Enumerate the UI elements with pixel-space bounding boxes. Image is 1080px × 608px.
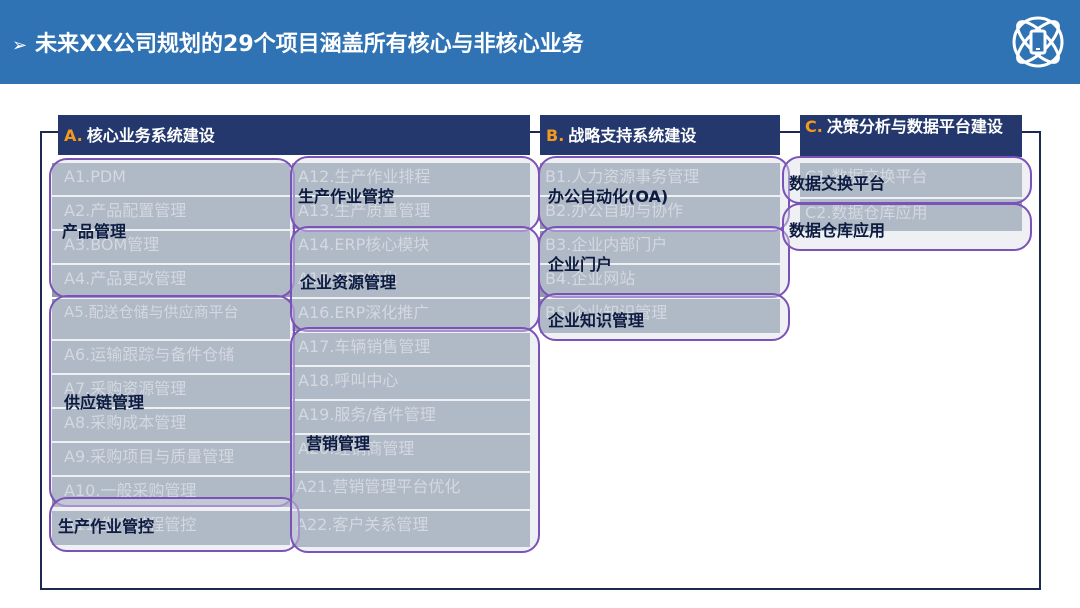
group-label-supply: 供应链管理 (64, 393, 145, 412)
section-letter-b: B. (546, 126, 565, 145)
atom-device-icon (1012, 16, 1064, 68)
group-label-erp: 企业资源管理 (300, 273, 397, 292)
group-label-marketing: 营销管理 (306, 434, 371, 453)
group-label-production-top: 生产作业管控 (298, 187, 395, 206)
section-letter-a: A. (64, 126, 83, 145)
group-label-portal: 企业门户 (548, 255, 613, 274)
arrow-bullet-icon: ➢ (12, 35, 28, 56)
group-label-oa: 办公自动化(OA) (548, 187, 669, 206)
section-header-c: C. 决策分析与数据平台建设 (800, 115, 1022, 157)
page-title: ➢ 未来XX公司规划的29个项目涵盖所有核心与非核心业务 (12, 26, 584, 58)
group-label-warehouse: 数据仓库应用 (789, 221, 886, 240)
page-title-text: 未来XX公司规划的29个项目涵盖所有核心与非核心业务 (35, 32, 584, 57)
section-title-a: 核心业务系统建设 (86, 126, 215, 145)
group-label-product: 产品管理 (62, 222, 127, 241)
section-title-b: 战略支持系统建设 (568, 126, 697, 145)
group-label-knowledge: 企业知识管理 (548, 311, 645, 330)
group-label-production-left: 生产作业管控 (58, 517, 155, 536)
section-title-c: 决策分析与数据平台建设 (826, 117, 1003, 136)
section-header-a: A. 核心业务系统建设 (58, 115, 530, 155)
title-banner: ➢ 未来XX公司规划的29个项目涵盖所有核心与非核心业务 (0, 0, 1080, 84)
group-label-exchange: 数据交换平台 (789, 174, 886, 193)
section-letter-c: C. (805, 117, 823, 136)
section-header-b: B. 战略支持系统建设 (540, 115, 780, 155)
